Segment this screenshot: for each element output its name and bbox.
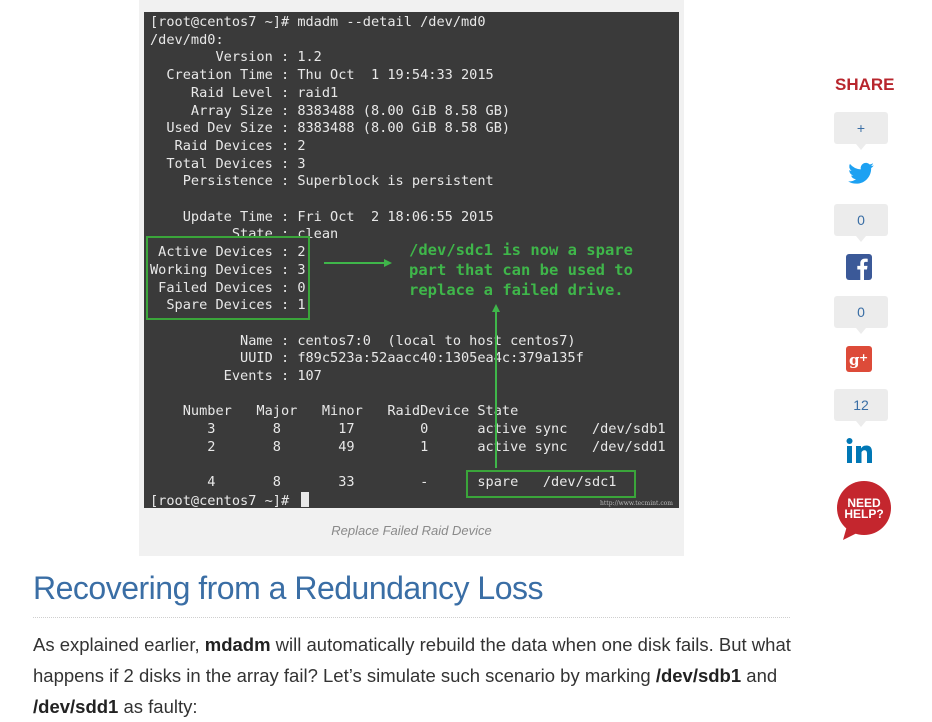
figure: [root@centos7 ~]# mdadm --detail /dev/md… [139,0,684,556]
section-heading: Recovering from a Redundancy Loss [33,570,790,618]
para-text-3: and [741,665,778,686]
arrow-up-head [492,304,500,312]
figure-caption: Replace Failed Raid Device [331,523,492,538]
svg-text:+: + [859,351,868,364]
twitter-icon[interactable] [845,160,877,188]
linkedin-share-count[interactable]: 12 [834,389,888,427]
para-text-1: As explained earlier, [33,634,205,655]
article-paragraph: As explained earlier, mdadm will automat… [33,629,793,722]
share-more-button[interactable]: + [834,112,888,150]
annotation-text: /dev/sdc1 is now a spare part that can b… [409,241,633,299]
para-text-4: as faulty: [118,696,198,717]
google-plus-icon[interactable]: g + [845,345,873,373]
linkedin-icon[interactable] [845,437,877,465]
facebook-share-count[interactable]: 0 [834,296,888,334]
twitter-share-count[interactable]: 0 [834,204,888,242]
share-title: SHARE [835,75,895,94]
need-help-badge[interactable]: NEED HELP? [833,480,895,542]
arrow-right-head [384,259,392,267]
para-code-sdd1: /dev/sdd1 [33,696,119,717]
terminal-screenshot: [root@centos7 ~]# mdadm --detail /dev/md… [144,12,679,508]
need-help-label[interactable]: NEED HELP? [844,496,883,521]
watermark: http://www.tecmint.com [600,500,673,507]
facebook-icon[interactable] [845,253,873,281]
para-code-sdb1: /dev/sdb1 [655,665,742,686]
para-code-mdadm: mdadm [204,634,271,655]
